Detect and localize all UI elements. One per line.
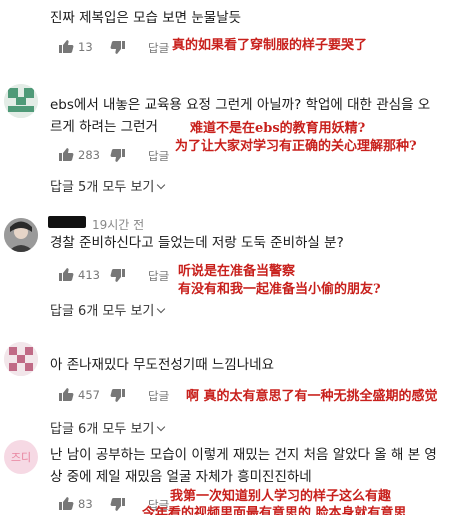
annotation: 啊 真的太有意思了有一种无挑全盛期的感觉 (186, 389, 438, 404)
reply-button[interactable]: 답글 (148, 148, 169, 164)
view-replies-button[interactable]: 답글 6개 모두 보기 (50, 418, 166, 437)
annotation: 我第一次知道别人学习的样子这么有趣 (170, 489, 392, 504)
comment: 아 존나재밌다 무도전성기때 느낌나네요 457 답글 啊 真的太有意思了有一种… (0, 338, 456, 438)
view-replies-label: 답글 6개 모두 보기 (50, 304, 155, 319)
like-count: 283 (78, 148, 100, 162)
timestamp: 19시간 전 (92, 218, 145, 232)
reply-button[interactable]: 답글 (148, 268, 169, 284)
annotation: 今年看的视频里面最有意思的 脸本身就有意思 (142, 506, 407, 515)
comment-actions: 283 답글 (58, 146, 456, 166)
chevron-down-icon (157, 422, 166, 432)
thumbs-up-icon[interactable] (58, 146, 74, 162)
like-count: 457 (78, 388, 100, 402)
annotation: 难道不是在ebs的教育用妖精? (190, 121, 366, 136)
like-count: 83 (78, 497, 93, 511)
chevron-down-icon (157, 304, 166, 314)
comment-text: 진짜 제복입은 모습 보면 눈물날듯 (50, 10, 242, 26)
comment-text: ebs에서 내놓은 교육용 요정 그런게 아닐까? 학업에 대한 관심을 오 (50, 97, 431, 113)
like-count: 13 (78, 40, 93, 54)
view-replies-label: 답글 5개 모두 보기 (50, 180, 155, 195)
view-replies-button[interactable]: 답글 6개 모두 보기 (50, 300, 166, 319)
thumbs-down-icon[interactable] (110, 148, 126, 164)
reply-button[interactable]: 답글 (148, 40, 169, 56)
avatar-pattern-icon (4, 342, 38, 376)
thumbs-down-icon[interactable] (110, 497, 126, 513)
avatar-initials: 즈디 (10, 451, 32, 464)
thumbs-down-icon[interactable] (110, 268, 126, 284)
avatar[interactable] (4, 84, 38, 118)
avatar[interactable]: 즈디 (4, 440, 38, 474)
comment-text: 르게 하려는 그런거 (50, 119, 158, 135)
like-count: 413 (78, 268, 100, 282)
thumbs-up-icon[interactable] (58, 266, 74, 282)
comment: 19시간 전 경찰 준비하신다고 들었는데 저랑 도둑 준비하실 분? 听说是在… (0, 208, 456, 319)
thumbs-up-icon[interactable] (58, 495, 74, 511)
avatar-pattern-icon (4, 84, 38, 118)
view-replies-label: 답글 6개 모두 보기 (50, 422, 155, 437)
thumbs-down-icon[interactable] (110, 388, 126, 404)
view-replies-button[interactable]: 답글 5개 모두 보기 (50, 176, 166, 195)
thumbs-up-icon[interactable] (58, 386, 74, 402)
avatar[interactable] (4, 218, 38, 252)
comment: ebs에서 내놓은 교육용 요정 그런게 아닐까? 학업에 대한 관심을 오 르… (0, 80, 456, 200)
thumbs-down-icon[interactable] (110, 40, 126, 56)
thumbs-up-icon[interactable] (58, 38, 74, 54)
comment-text: 아 존나재밌다 무도전성기때 느낌나네요 (50, 357, 275, 373)
comment: 즈디 난 남이 공부하는 모습이 이렇게 재밌는 건지 처음 알았다 올 해 본… (0, 440, 456, 515)
avatar[interactable] (4, 342, 38, 376)
comment-actions: 413 답글 (58, 266, 456, 286)
redacted-username (48, 216, 86, 228)
comment-text: 상 중에 제일 재밌음 얼굴 자체가 흥미진진하네 (50, 469, 312, 485)
comment-text: 난 남이 공부하는 모습이 이렇게 재밌는 건지 처음 알았다 올 해 본 영 (50, 447, 437, 463)
chevron-down-icon (157, 180, 166, 190)
reply-button[interactable]: 답글 (148, 388, 169, 404)
comment: 진짜 제복입은 모습 보면 눈물날듯 13 답글 真的如果看了穿制服的样子要哭了 (0, 0, 456, 70)
annotation: 真的如果看了穿制服的样子要哭了 (172, 38, 368, 53)
avatar-photo-icon (4, 218, 38, 252)
comment-text: 경찰 준비하신다고 들었는데 저랑 도둑 준비하실 분? (50, 235, 344, 251)
